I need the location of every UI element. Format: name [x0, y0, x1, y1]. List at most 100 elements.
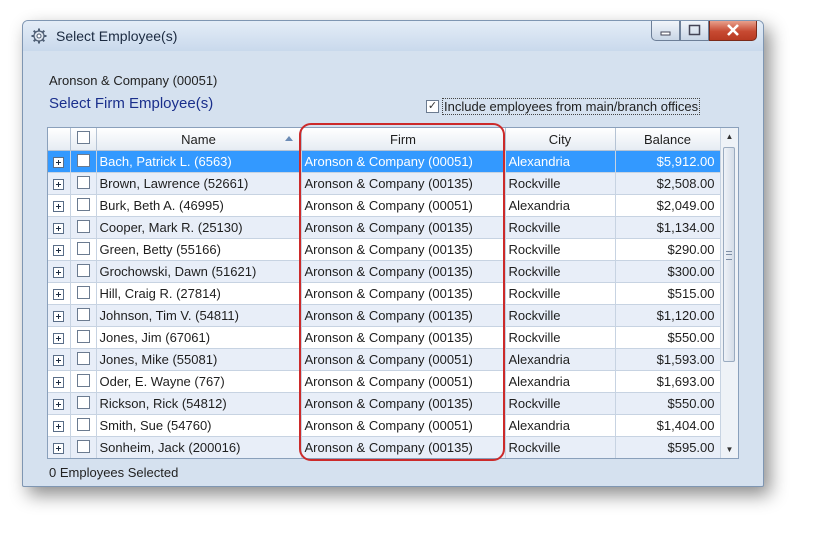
grip-icon: [726, 251, 732, 260]
expand-plus-icon[interactable]: [53, 179, 65, 191]
expand-cell[interactable]: [48, 282, 71, 305]
balance-cell: $515.00: [615, 282, 721, 305]
row-select-cell[interactable]: [70, 370, 97, 393]
firm-column-highlight: [299, 123, 505, 461]
balance-column-header[interactable]: Balance: [615, 128, 721, 151]
scroll-down-icon[interactable]: ▼: [721, 441, 738, 458]
city-cell: Rockville: [505, 260, 616, 283]
expand-cell[interactable]: [48, 370, 71, 393]
expand-cell[interactable]: [48, 194, 71, 217]
city-cell: Rockville: [505, 436, 616, 458]
city-cell: Rockville: [505, 392, 616, 415]
expand-plus-icon[interactable]: [53, 421, 65, 433]
expand-plus-icon[interactable]: [53, 355, 65, 367]
row-checkbox[interactable]: [76, 285, 90, 299]
row-checkbox[interactable]: [76, 329, 90, 343]
balance-cell: $300.00: [615, 260, 721, 283]
include-branch-option[interactable]: ✓ Include employees from main/branch off…: [426, 98, 701, 115]
name-column-header[interactable]: Name: [96, 128, 302, 151]
row-checkbox[interactable]: [76, 175, 90, 189]
title-bar[interactable]: Select Employee(s): [23, 21, 763, 51]
expand-cell[interactable]: [48, 392, 71, 415]
balance-cell: $1,693.00: [615, 370, 721, 393]
scroll-up-icon[interactable]: ▲: [721, 128, 738, 145]
balance-column-label: Balance: [644, 131, 691, 147]
expand-plus-icon[interactable]: [53, 377, 65, 389]
expand-cell[interactable]: [48, 172, 71, 195]
expand-plus-icon[interactable]: [53, 223, 65, 235]
city-cell: Rockville: [505, 172, 616, 195]
expand-cell[interactable]: [48, 216, 71, 239]
select-all-header[interactable]: [70, 128, 97, 151]
balance-cell: $290.00: [615, 238, 721, 261]
include-branch-label[interactable]: Include employees from main/branch offic…: [442, 98, 701, 115]
row-select-cell[interactable]: [70, 150, 97, 173]
expand-plus-icon[interactable]: [53, 443, 65, 455]
select-all-checkbox[interactable]: [76, 131, 90, 144]
row-select-cell[interactable]: [70, 414, 97, 437]
maximize-button[interactable]: [680, 21, 709, 41]
row-select-cell[interactable]: [70, 348, 97, 371]
expand-plus-icon[interactable]: [53, 311, 65, 323]
vertical-scrollbar[interactable]: ▲ ▼: [720, 128, 738, 458]
row-select-cell[interactable]: [70, 392, 97, 415]
expand-plus-icon[interactable]: [53, 333, 65, 345]
row-select-cell[interactable]: [70, 282, 97, 305]
expand-cell[interactable]: [48, 436, 71, 458]
expand-cell[interactable]: [48, 326, 71, 349]
maximize-icon: [688, 24, 701, 36]
expand-column-header: [48, 128, 71, 151]
expand-plus-icon[interactable]: [53, 289, 65, 301]
balance-cell: $5,912.00: [615, 150, 721, 173]
minimize-button[interactable]: [651, 21, 680, 41]
row-select-cell[interactable]: [70, 216, 97, 239]
city-cell: Rockville: [505, 238, 616, 261]
row-checkbox[interactable]: [76, 197, 90, 211]
row-select-cell[interactable]: [70, 304, 97, 327]
expand-plus-icon[interactable]: [53, 399, 65, 411]
row-checkbox[interactable]: [76, 241, 90, 255]
row-select-cell[interactable]: [70, 238, 97, 261]
row-select-cell[interactable]: [70, 326, 97, 349]
name-cell: Burk, Beth A. (46995): [96, 194, 302, 217]
row-checkbox[interactable]: [76, 351, 90, 365]
row-checkbox[interactable]: [76, 219, 90, 233]
row-select-cell[interactable]: [70, 436, 97, 458]
balance-cell: $2,049.00: [615, 194, 721, 217]
row-checkbox[interactable]: [76, 417, 90, 431]
row-select-cell[interactable]: [70, 260, 97, 283]
name-cell: Oder, E. Wayne (767): [96, 370, 302, 393]
name-cell: Rickson, Rick (54812): [96, 392, 302, 415]
expand-plus-icon[interactable]: [53, 201, 65, 213]
row-checkbox[interactable]: [76, 395, 90, 409]
expand-plus-icon[interactable]: [53, 245, 65, 257]
city-cell: Alexandria: [505, 150, 616, 173]
expand-cell[interactable]: [48, 348, 71, 371]
name-cell: Grochowski, Dawn (51621): [96, 260, 302, 283]
city-column-header[interactable]: City: [505, 128, 616, 151]
include-branch-checkbox[interactable]: ✓: [426, 100, 439, 113]
row-checkbox[interactable]: [76, 153, 90, 167]
expand-plus-icon[interactable]: [53, 267, 65, 279]
expand-cell[interactable]: [48, 414, 71, 437]
name-cell: Smith, Sue (54760): [96, 414, 302, 437]
row-select-cell[interactable]: [70, 172, 97, 195]
scroll-thumb[interactable]: [723, 147, 735, 362]
expand-cell[interactable]: [48, 260, 71, 283]
row-checkbox[interactable]: [76, 307, 90, 321]
row-checkbox[interactable]: [76, 263, 90, 277]
expand-cell[interactable]: [48, 238, 71, 261]
row-checkbox[interactable]: [76, 439, 90, 453]
row-select-cell[interactable]: [70, 194, 97, 217]
balance-cell: $550.00: [615, 392, 721, 415]
expand-cell[interactable]: [48, 304, 71, 327]
name-cell: Brown, Lawrence (52661): [96, 172, 302, 195]
city-cell: Rockville: [505, 282, 616, 305]
close-icon: [727, 24, 739, 36]
expand-cell[interactable]: [48, 150, 71, 173]
close-button[interactable]: [709, 21, 757, 41]
row-checkbox[interactable]: [76, 373, 90, 387]
balance-cell: $1,134.00: [615, 216, 721, 239]
expand-plus-icon[interactable]: [53, 157, 65, 169]
city-cell: Rockville: [505, 304, 616, 327]
